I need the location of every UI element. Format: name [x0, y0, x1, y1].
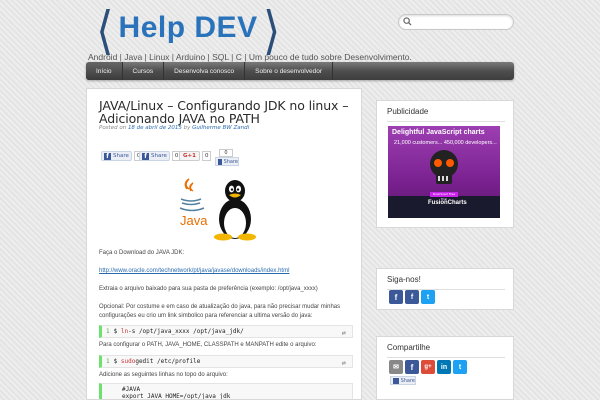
follow-icons: f f t	[389, 290, 435, 304]
line-number: 1	[106, 358, 110, 365]
nav-item-desenvolva[interactable]: Desenvolva conosco	[164, 62, 246, 80]
paragraph-download: Faça o Download do JAVA JDK:	[99, 250, 185, 256]
facebook-icon: f	[142, 152, 149, 160]
paragraph-path: Para configurar o PATH, JAVA_HOME, CLASS…	[99, 342, 317, 348]
paragraph-extract: Extraia o arquivo baixado para sua pasta…	[99, 286, 318, 292]
widget-divider	[387, 357, 505, 358]
code-command: ln	[120, 328, 129, 335]
ad-download-button[interactable]: Download Free Trial	[430, 192, 458, 201]
fb-share-group: f Share 0	[101, 151, 144, 161]
compartilhe-fb-share-button[interactable]: Share	[390, 376, 416, 385]
fb-small-count: 0	[219, 149, 233, 157]
compartilhe-share-label: Share	[400, 377, 415, 384]
fb-small-share-label: Share	[223, 158, 238, 165]
paragraph-add-lines: Adicione as seguintes linhas no topo do …	[99, 372, 228, 378]
facebook-icon	[218, 158, 222, 165]
java-logo-icon: Java	[179, 178, 208, 228]
paragraph-optional: Opcional: Por costume e em caso de atual…	[99, 304, 341, 319]
twitter-icon[interactable]: t	[421, 290, 435, 304]
email-icon[interactable]: ✉	[389, 360, 403, 374]
search-input[interactable]	[415, 16, 509, 28]
gplus-group: G+1 0	[179, 151, 212, 161]
gplus-count: 0	[201, 151, 212, 161]
site-logo[interactable]: ❬ Help DEV ❭	[86, 1, 290, 55]
post-author-link[interactable]: Guilherme BW Zandi	[192, 125, 249, 131]
post-meta: Posted on 18 de abril de 2015 by Guilher…	[99, 125, 249, 131]
main-nav: Início Cursos Desenvolva conosco Sobre o…	[86, 62, 514, 80]
line-number: 1	[106, 328, 110, 335]
siga-nos-title: Siga-nos!	[387, 275, 421, 284]
twitter-icon[interactable]: t	[453, 360, 467, 374]
skull-icon	[430, 150, 458, 184]
fb-share-button[interactable]: f Share	[101, 151, 132, 161]
code-block-gedit: 1 $ sudo gedit /etc/profile ⇄	[99, 355, 353, 368]
code-command: sudo	[120, 358, 136, 365]
fb-share-label: Share	[113, 153, 129, 159]
ad-headline: Delightful JavaScript charts	[392, 129, 485, 136]
gplus-button[interactable]: G+1	[179, 151, 200, 161]
oracle-download-link[interactable]: http://www.oracle.com/technetwork/pt/jav…	[99, 268, 289, 274]
code-args: -s /opt/java_xxxx /opt/java_jdk/	[128, 328, 244, 335]
post-article: JAVA/Linux – Configurando JDK no linux –…	[86, 88, 362, 400]
logo-right-bracket: ❭	[260, 1, 282, 55]
compartilhe-title: Compartilhe	[387, 343, 431, 352]
toggle-code-icon[interactable]: ⇄	[342, 359, 346, 367]
post-title[interactable]: JAVA/Linux – Configurando JDK no linux –…	[99, 99, 355, 125]
code-block-profile: #JAVA export JAVA_HOME=/opt/java_jdk exp…	[99, 383, 353, 399]
meta-prefix: Posted on	[99, 125, 127, 131]
ad-brand: FusionCharts	[428, 200, 467, 206]
linkedin-icon[interactable]: in	[437, 360, 451, 374]
facebook-icon[interactable]: f	[389, 290, 403, 304]
logo-text: Help DEV	[118, 11, 258, 44]
widget-divider	[387, 121, 505, 122]
tux-penguin-icon	[214, 180, 256, 241]
post-date-link[interactable]: 18 de abril de 2015	[128, 125, 182, 131]
publicidade-title: Publicidade	[387, 107, 429, 116]
gplus-icon[interactable]: g+	[421, 360, 435, 374]
facebook-page-icon[interactable]: f	[405, 290, 419, 304]
facebook-icon[interactable]: f	[405, 360, 419, 374]
java-linux-illustration: Java	[179, 178, 256, 241]
fb-share-label-2: Share	[151, 153, 167, 159]
facebook-icon	[393, 377, 399, 384]
site-tagline: Android | Java | Linux | Arduino | SQL |…	[88, 52, 412, 62]
facebook-icon: f	[104, 152, 111, 160]
ad-subtext: 21,000 customers... 450,000 developers..…	[394, 140, 497, 146]
search-icon	[403, 17, 412, 26]
code-args: gedit /etc/profile	[135, 358, 201, 365]
paragraph-link: http://www.oracle.com/technetwork/pt/jav…	[99, 267, 357, 276]
fb-share-group-2: f Share 0	[139, 151, 182, 161]
nav-item-cursos[interactable]: Cursos	[123, 62, 165, 80]
fb-share-button-2[interactable]: f Share	[139, 151, 170, 161]
meta-by: by	[183, 125, 191, 131]
toggle-code-icon[interactable]: ⇄	[342, 329, 346, 337]
code-block-ln: 1 $ ln -s /opt/java_xxxx /opt/java_jdk/ …	[99, 325, 353, 338]
code-prompt: $	[113, 328, 118, 335]
nav-item-inicio[interactable]: Início	[86, 62, 123, 80]
logo-left-bracket: ❬	[94, 1, 116, 55]
java-text: Java	[180, 213, 208, 228]
fusioncharts-ad[interactable]: Delightful JavaScript charts 21,000 cust…	[388, 126, 500, 218]
code-prompt: $	[113, 358, 118, 365]
nav-item-sobre[interactable]: Sobre o desenvolvedor	[245, 62, 333, 80]
fb-small-share-button[interactable]: Share	[215, 157, 239, 166]
search-box[interactable]	[398, 14, 514, 30]
share-icons: ✉ f g+ in t	[389, 360, 467, 374]
